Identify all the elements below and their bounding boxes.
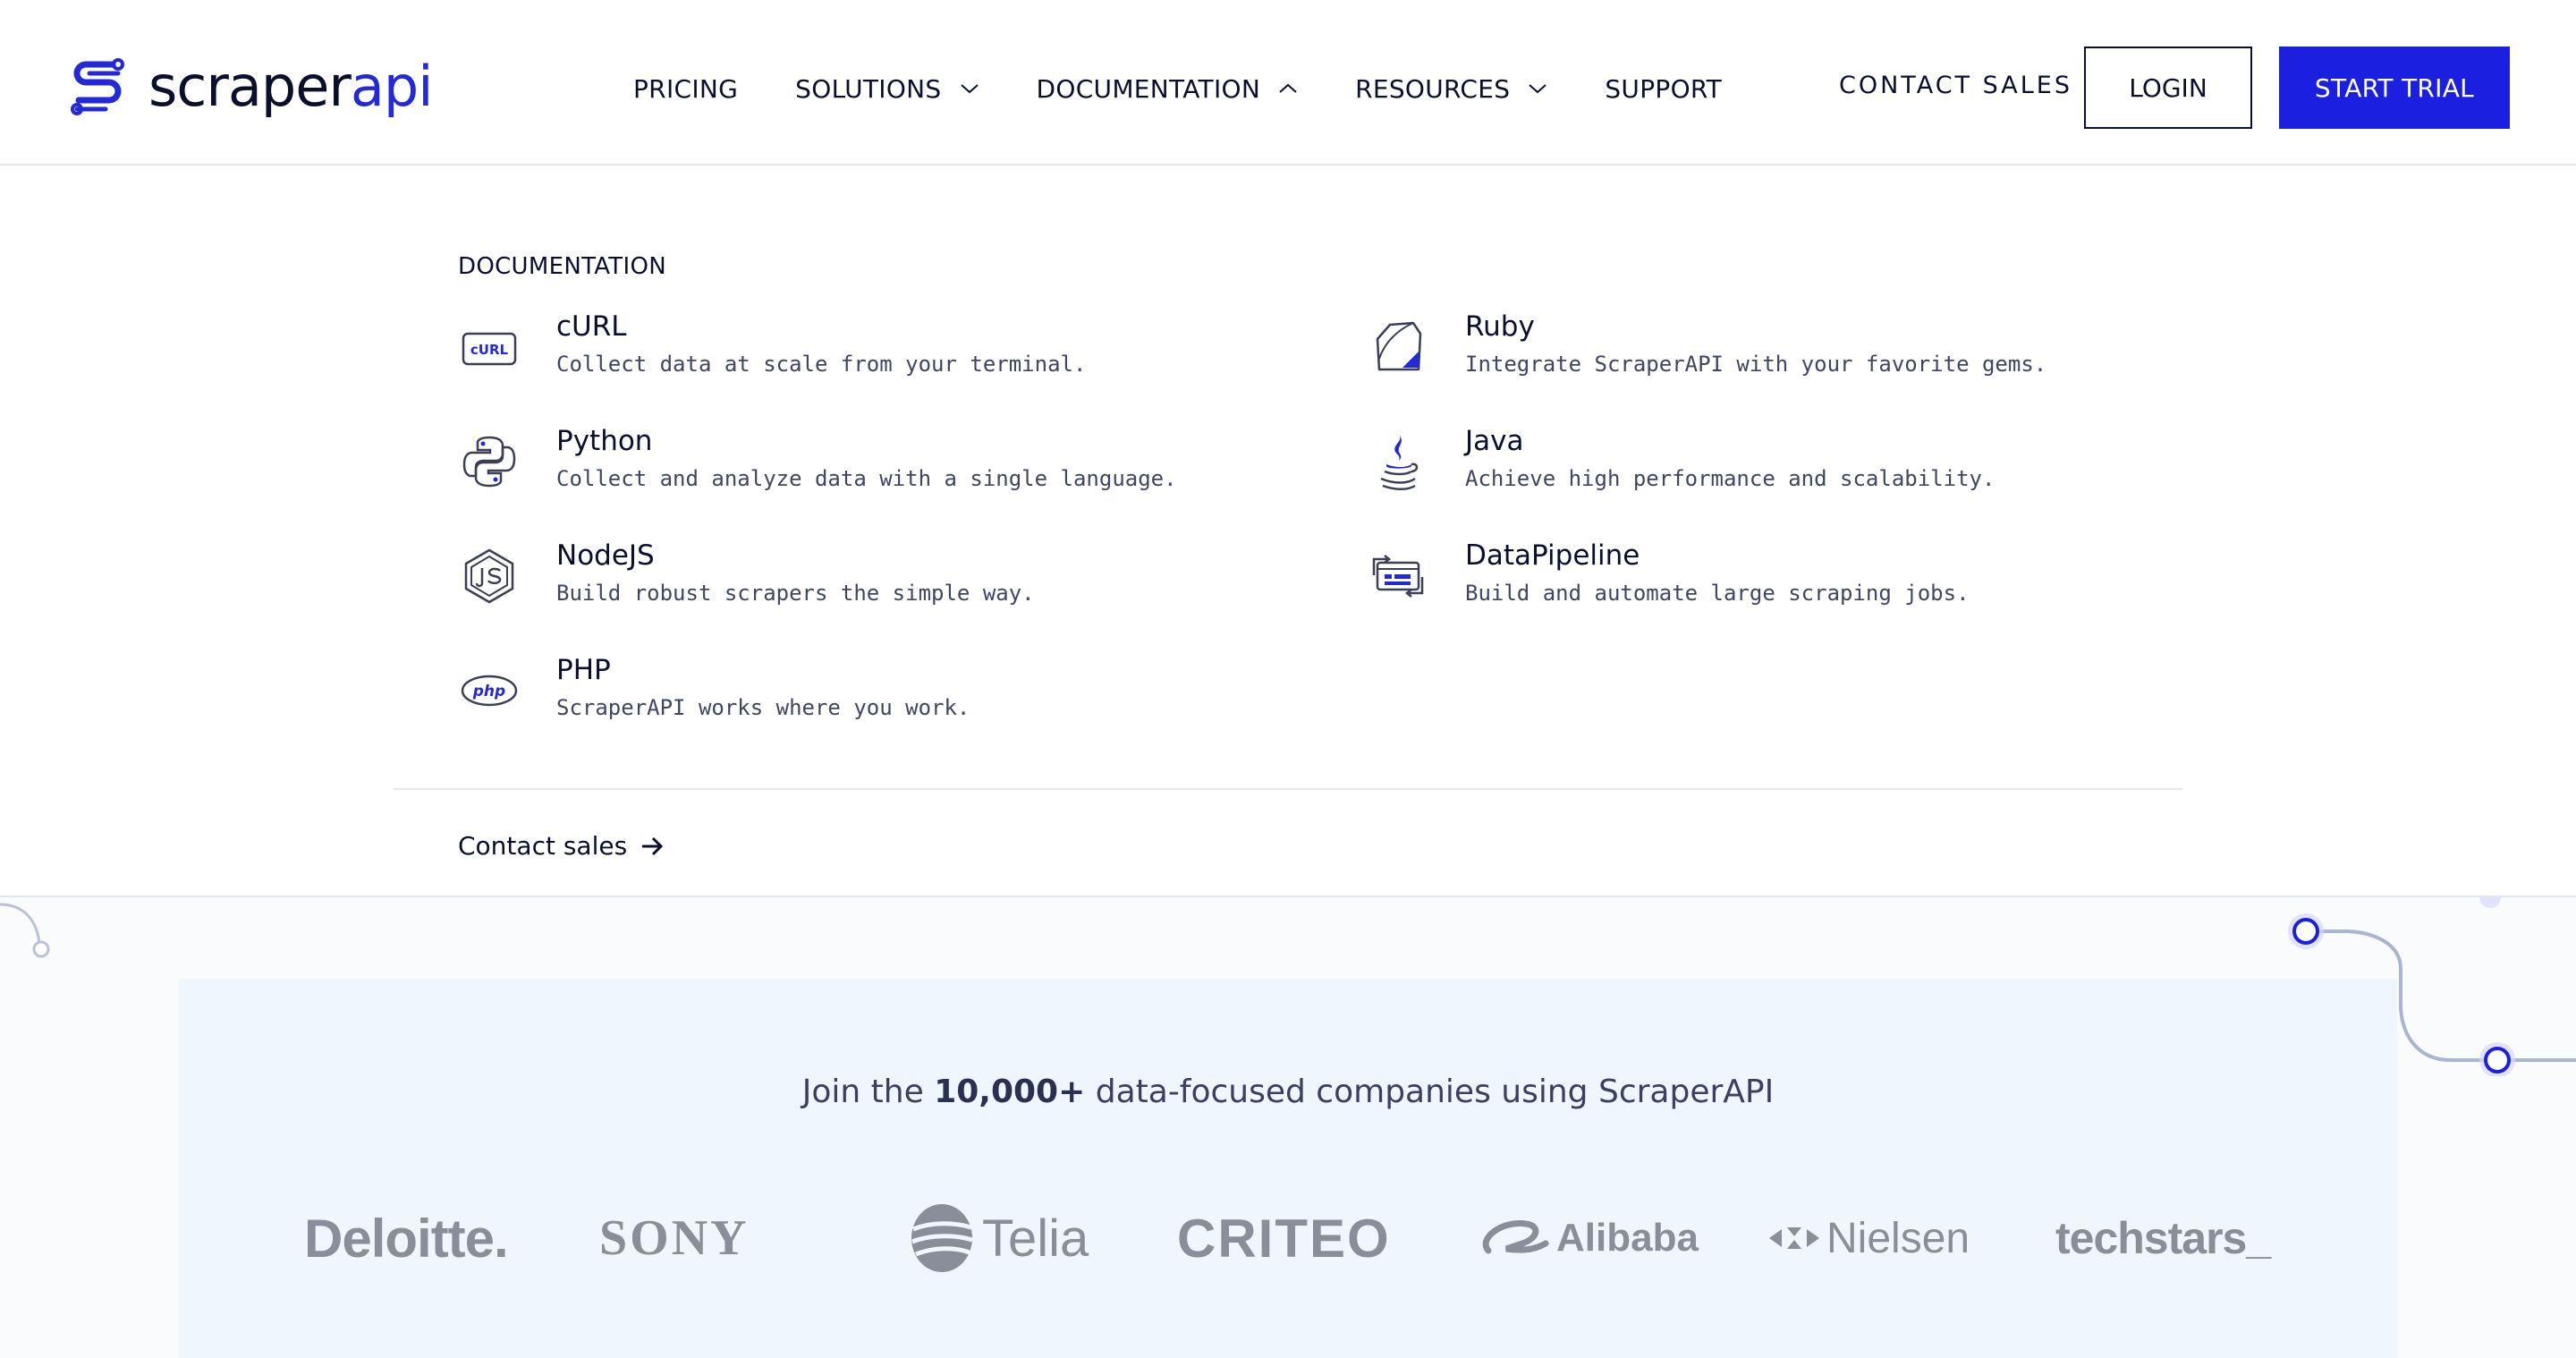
php-icon: php: [458, 659, 521, 722]
nav-resources[interactable]: RESOURCES: [1355, 74, 1547, 104]
telia-logo: Telia: [909, 1193, 1089, 1283]
contact-sales-label: Contact sales: [458, 831, 628, 861]
doc-item-desc: Integrate ScraperAPI with your favorite …: [1465, 352, 2047, 377]
telia-pebble-icon: [911, 1204, 973, 1272]
nav-documentation[interactable]: DOCUMENTATION: [1037, 74, 1299, 104]
svg-text:php: php: [472, 683, 505, 700]
doc-item-desc: Collect data at scale from your terminal…: [556, 352, 1087, 377]
documentation-dropdown: DOCUMENTATION cURL cURL Collect data at …: [0, 166, 2576, 897]
nielsen-logo: Nielsen: [1767, 1193, 1970, 1283]
doc-item-ruby[interactable]: Ruby Integrate ScraperAPI with your favo…: [1367, 309, 2046, 378]
ruby-icon: [1367, 316, 1429, 378]
doc-item-desc: Collect and analyze data with a single l…: [556, 466, 1177, 491]
nielsen-arrows-icon: [1769, 1227, 1819, 1249]
scraperapi-logo[interactable]: scraperapi: [66, 54, 433, 120]
doc-item-name: Python: [556, 425, 653, 457]
social-proof-heading: Join the 10,000+ data-focused companies …: [801, 1074, 1775, 1110]
criteo-logo: CRITEO: [1177, 1208, 1391, 1269]
social-proof-band: Join the 10,000+ data-focused companies …: [179, 979, 2397, 1358]
datapipeline-icon: [1367, 545, 1429, 607]
alibaba-swoosh-icon: [1482, 1220, 1549, 1254]
svg-text:cURL: cURL: [470, 342, 509, 358]
circuit-decoration-left: [0, 903, 50, 958]
doc-item-java[interactable]: Java Achieve high performance and scalab…: [1367, 423, 1995, 493]
doc-item-name: DataPipeline: [1465, 539, 1640, 572]
nav-pricing[interactable]: PRICING: [633, 74, 738, 104]
main-nav: PRICING SOLUTIONS DOCUMENTATION RESOURCE…: [633, 69, 1779, 108]
doc-item-name: Ruby: [1465, 310, 1535, 343]
arrow-right-icon: [642, 836, 664, 855]
chevron-down-icon: [1529, 84, 1547, 94]
deloitte-logo: Deloitte.: [304, 1208, 509, 1269]
doc-item-name: Java: [1465, 425, 1524, 457]
chevron-up-icon: [1279, 83, 1297, 93]
doc-item-name: NodeJS: [556, 539, 655, 572]
java-icon: [1367, 430, 1429, 493]
login-button[interactable]: LOGIN: [2084, 47, 2252, 129]
doc-item-desc: ScraperAPI works where you work.: [556, 695, 970, 720]
doc-item-desc: Build and automate large scraping jobs.: [1465, 581, 1970, 606]
doc-item-php[interactable]: php PHP ScraperAPI works where you work.: [458, 652, 970, 722]
dropdown-title: DOCUMENTATION: [458, 253, 666, 280]
techstars-logo: techstars_: [2055, 1213, 2271, 1263]
logo-wordmark: scraperapi: [148, 54, 433, 119]
client-logos: Deloitte. SONY Telia CRITEO Alibaba Niel: [179, 1193, 2397, 1283]
scraperapi-logo-icon: [71, 58, 124, 115]
doc-item-python[interactable]: Python Collect and analyze data with a s…: [458, 423, 1177, 493]
dropdown-contact-sales-link[interactable]: Contact sales: [458, 831, 665, 861]
doc-item-desc: Build robust scrapers the simple way.: [556, 581, 1035, 606]
alibaba-logo: Alibaba: [1476, 1193, 1699, 1283]
start-trial-button[interactable]: START TRIAL: [2279, 47, 2510, 129]
doc-item-curl[interactable]: cURL cURL Collect data at scale from you…: [458, 309, 1086, 378]
nav-solutions[interactable]: SOLUTIONS: [795, 74, 979, 104]
doc-item-nodejs[interactable]: NodeJS Build robust scrapers the simple …: [458, 538, 1035, 607]
nav-support[interactable]: SUPPORT: [1605, 74, 1722, 104]
doc-item-name: PHP: [556, 654, 611, 686]
sony-logo: SONY: [599, 1210, 750, 1266]
site-header: scraperapi PRICING SOLUTIONS DOCUMENTATI…: [0, 0, 2576, 166]
contact-sales-link[interactable]: CONTACT SALES: [1839, 72, 2072, 99]
doc-item-datapipeline[interactable]: DataPipeline Build and automate large sc…: [1367, 538, 1970, 607]
python-icon: [458, 430, 521, 493]
nodejs-icon: [458, 545, 521, 607]
curl-icon: cURL: [458, 316, 521, 378]
doc-item-name: cURL: [556, 310, 627, 343]
doc-item-desc: Achieve high performance and scalability…: [1465, 466, 1996, 491]
dropdown-divider: [394, 788, 2182, 790]
chevron-down-icon: [960, 84, 979, 94]
